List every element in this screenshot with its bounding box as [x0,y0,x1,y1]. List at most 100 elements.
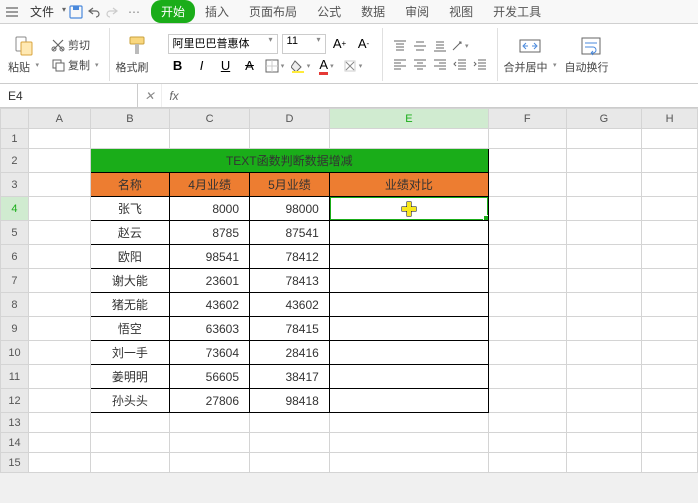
fill-color-button[interactable] [290,56,312,76]
cut-button[interactable]: 剪切 [49,36,101,54]
tab-developer[interactable]: 开发工具 [483,0,551,23]
increase-font-icon[interactable]: A+ [330,34,350,54]
format-painter-button[interactable]: 格式刷 [114,32,160,77]
menu-overflow-icon[interactable]: ⋯ [122,5,147,19]
row-header[interactable]: 11 [1,365,29,389]
table-row[interactable]: 张飞 [90,197,170,221]
table-row[interactable]: 78415 [250,317,330,341]
row-header[interactable]: 8 [1,293,29,317]
row-header[interactable]: 2 [1,149,29,173]
table-header-cell[interactable]: 名称 [90,173,170,197]
paste-button[interactable]: 粘贴 [6,32,41,77]
table-header-cell[interactable]: 业绩对比 [329,173,488,197]
align-bottom-icon[interactable] [431,38,449,54]
tab-formulas[interactable]: 公式 [307,0,351,23]
col-header-H[interactable]: H [642,109,698,129]
font-size-select[interactable]: 11 ▾ [282,34,326,54]
align-right-icon[interactable] [431,56,449,72]
tab-data[interactable]: 数据 [351,0,395,23]
table-header-cell[interactable]: 4月业绩 [170,173,250,197]
table-row[interactable]: 欧阳 [90,245,170,269]
decrease-font-icon[interactable]: A- [354,34,374,54]
tab-review[interactable]: 审阅 [395,0,439,23]
table-row[interactable]: 猪无能 [90,293,170,317]
col-header-A[interactable]: A [28,109,90,129]
table-row[interactable]: 刘一手 [90,341,170,365]
cancel-formula-icon[interactable]: ✕ [138,84,162,107]
table-row[interactable]: 63603 [170,317,250,341]
orientation-button[interactable] [451,38,469,54]
table-header-cell[interactable]: 5月业绩 [250,173,330,197]
col-header-C[interactable]: C [170,109,250,129]
row-header[interactable]: 3 [1,173,29,197]
table-row[interactable]: 27806 [170,389,250,413]
row-header[interactable]: 5 [1,221,29,245]
table-row[interactable]: 38417 [250,365,330,389]
table-row[interactable]: 43602 [250,293,330,317]
table-row[interactable]: 87541 [250,221,330,245]
tab-home[interactable]: 开始 [151,0,195,23]
name-box[interactable]: E4 [0,84,138,107]
select-all-corner[interactable] [1,109,29,129]
row-header[interactable]: 7 [1,269,29,293]
table-row[interactable]: 8785 [170,221,250,245]
table-row[interactable]: 孙头头 [90,389,170,413]
auto-wrap-button[interactable]: 自动换行 [563,32,620,77]
row-header[interactable]: 10 [1,341,29,365]
table-row[interactable] [329,245,488,269]
table-row[interactable]: 98541 [170,245,250,269]
spreadsheet-grid[interactable]: A B C D E F G H 1 2 TEXT函数判断数据增减 3 名称 4月… [0,108,698,473]
table-row[interactable] [329,317,488,341]
merge-center-button[interactable]: 合并居中 [502,32,559,77]
row-header[interactable]: 14 [1,433,29,453]
tab-page-layout[interactable]: 页面布局 [239,0,307,23]
align-middle-icon[interactable] [411,38,429,54]
hamburger-icon[interactable] [4,4,20,20]
save-icon[interactable] [68,4,84,20]
table-row[interactable]: 28416 [250,341,330,365]
col-header-D[interactable]: D [250,109,330,129]
table-row[interactable]: 23601 [170,269,250,293]
selected-cell[interactable] [329,197,488,221]
table-row[interactable]: 赵云 [90,221,170,245]
table-row[interactable]: 73604 [170,341,250,365]
table-row[interactable]: 98418 [250,389,330,413]
table-row[interactable] [329,221,488,245]
decrease-indent-icon[interactable] [451,56,469,72]
borders-button[interactable] [264,56,286,76]
strikethrough-button[interactable]: A [240,56,260,76]
table-row[interactable] [329,341,488,365]
row-header[interactable]: 13 [1,413,29,433]
row-header[interactable]: 4 [1,197,29,221]
underline-button[interactable]: U [216,56,236,76]
align-left-icon[interactable] [391,56,409,72]
copy-button[interactable]: 复制 [49,56,101,74]
table-row[interactable]: 谢大能 [90,269,170,293]
row-header[interactable]: 9 [1,317,29,341]
tab-insert[interactable]: 插入 [195,0,239,23]
table-row[interactable] [329,365,488,389]
increase-indent-icon[interactable] [471,56,489,72]
row-header[interactable]: 15 [1,453,29,473]
table-row[interactable]: 98000 [250,197,330,221]
table-title-cell[interactable]: TEXT函数判断数据增减 [90,149,488,173]
table-row[interactable] [329,389,488,413]
menu-file[interactable]: 文件 [22,1,68,22]
col-header-G[interactable]: G [566,109,642,129]
row-header[interactable]: 12 [1,389,29,413]
table-row[interactable]: 56605 [170,365,250,389]
table-row[interactable]: 8000 [170,197,250,221]
table-row[interactable]: 78412 [250,245,330,269]
fx-icon[interactable]: fx [162,89,186,103]
row-header[interactable]: 1 [1,129,29,149]
redo-icon[interactable] [104,4,120,20]
table-row[interactable] [329,269,488,293]
align-top-icon[interactable] [391,38,409,54]
italic-button[interactable]: I [192,56,212,76]
tab-view[interactable]: 视图 [439,0,483,23]
align-center-icon[interactable] [411,56,429,72]
col-header-E[interactable]: E [329,109,488,129]
table-row[interactable]: 78413 [250,269,330,293]
row-header[interactable]: 6 [1,245,29,269]
table-row[interactable]: 43602 [170,293,250,317]
